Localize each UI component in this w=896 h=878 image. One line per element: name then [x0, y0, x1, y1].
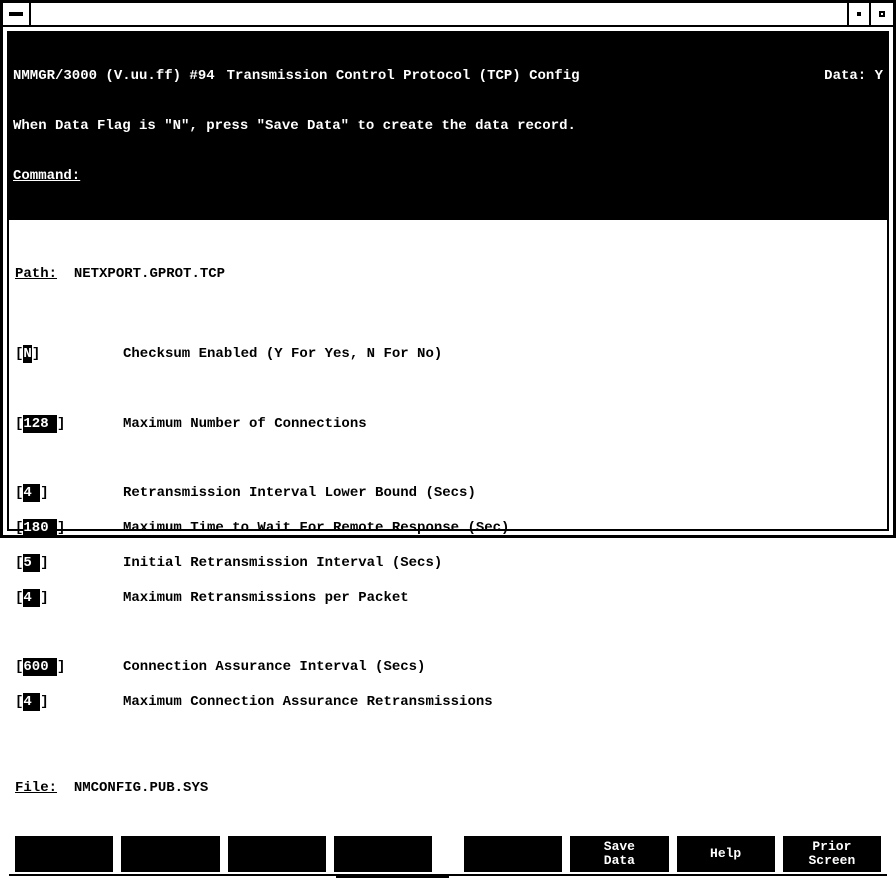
fkey-f4[interactable] — [334, 836, 432, 872]
screen-title: Transmission Control Protocol (TCP) Conf… — [215, 68, 825, 85]
data-flag: Data: Y — [824, 68, 883, 85]
window-title-bar — [3, 3, 893, 27]
remote-wait-label: Maximum Time to Wait For Remote Response… — [105, 519, 509, 537]
path-label: Path: — [15, 265, 57, 283]
checksum-input[interactable]: N — [23, 345, 31, 363]
fkey-f3[interactable] — [228, 836, 326, 872]
retrans-lower-label: Retransmission Interval Lower Bound (Sec… — [105, 484, 476, 502]
path-value: NETXPORT.GPROT.TCP — [74, 265, 225, 283]
assure-interval-input[interactable]: 600 — [23, 658, 57, 676]
screen-header: NMMGR/3000 (V.uu.ff) #94 Transmission Co… — [9, 33, 887, 220]
minimize-button[interactable] — [849, 3, 871, 25]
fkey-f7-help[interactable]: Help — [677, 836, 775, 872]
max-retrans-label: Maximum Retransmissions per Packet — [105, 589, 409, 607]
system-menu-button[interactable] — [3, 3, 31, 25]
max-connections-label: Maximum Number of Connections — [105, 415, 367, 433]
terminal-window: NMMGR/3000 (V.uu.ff) #94 Transmission Co… — [0, 0, 896, 538]
fkey-f2[interactable] — [121, 836, 219, 872]
init-retrans-label: Initial Retransmission Interval (Secs) — [105, 554, 442, 572]
status-bar — [9, 874, 887, 876]
fkey-f8-prior-screen[interactable]: PriorScreen — [783, 836, 881, 872]
function-key-bar: SaveData Help PriorScreen — [9, 832, 887, 874]
max-retrans-input[interactable]: 4 — [23, 589, 40, 607]
assure-interval-label: Connection Assurance Interval (Secs) — [105, 658, 425, 676]
fkey-f6-save-data[interactable]: SaveData — [570, 836, 668, 872]
remote-wait-input[interactable]: 180 — [23, 519, 57, 537]
assure-max-input[interactable]: 4 — [23, 693, 40, 711]
command-line: Command: — [13, 168, 883, 185]
init-retrans-input[interactable]: 5 — [23, 554, 40, 572]
fkey-gap — [440, 836, 456, 872]
assure-max-label: Maximum Connection Assurance Retransmiss… — [105, 693, 493, 711]
screen-frame: NMMGR/3000 (V.uu.ff) #94 Transmission Co… — [7, 31, 889, 531]
file-label: File: — [15, 779, 57, 797]
fkey-f1[interactable] — [15, 836, 113, 872]
fkey-f5[interactable] — [464, 836, 562, 872]
max-connections-input[interactable]: 128 — [23, 415, 57, 433]
maximize-button[interactable] — [871, 3, 893, 25]
title-bar-spacer — [31, 3, 849, 25]
header-hint: When Data Flag is "N", press "Save Data"… — [13, 118, 883, 135]
retrans-lower-input[interactable]: 4 — [23, 484, 40, 502]
form-body: Path: NETXPORT.GPROT.TCP [N]Checksum Ena… — [9, 220, 887, 832]
checksum-label: Checksum Enabled (Y For Yes, N For No) — [105, 345, 442, 363]
app-id: NMMGR/3000 (V.uu.ff) #94 — [13, 68, 215, 85]
file-value: NMCONFIG.PUB.SYS — [74, 779, 208, 797]
